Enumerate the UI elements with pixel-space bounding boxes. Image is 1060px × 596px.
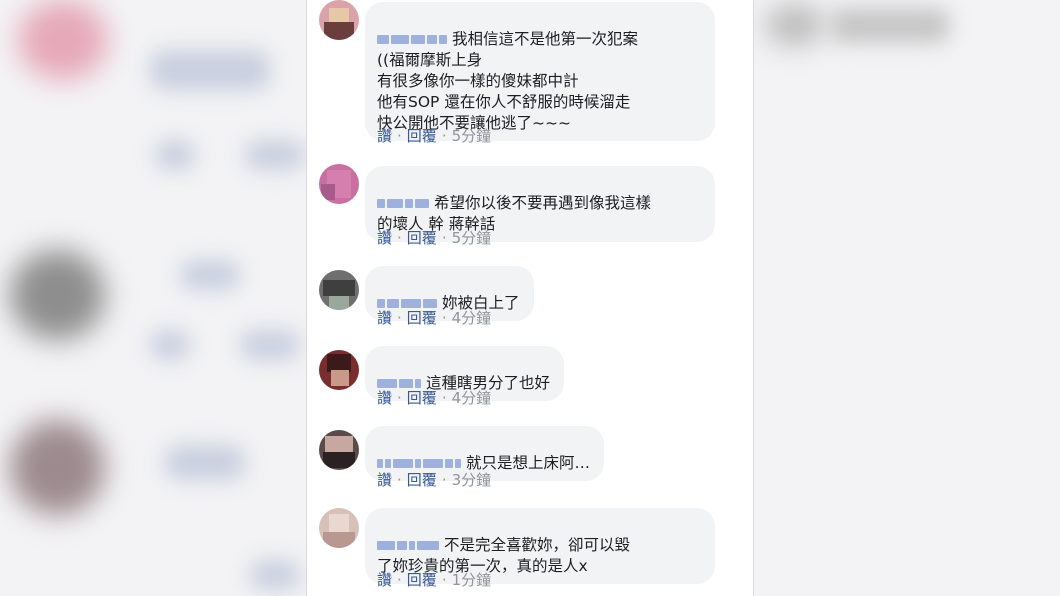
separator-dot: · <box>441 571 447 589</box>
comment-timestamp[interactable]: 3分鐘 <box>452 471 492 489</box>
blurred-avatar <box>765 5 825 45</box>
comment-bubble: 我相信這不是他第一次犯案 ((福爾摩斯上身 有很多像你一樣的傻妹都中計 他有SO… <box>365 2 715 141</box>
comment-timestamp[interactable]: 4分鐘 <box>452 389 492 407</box>
comment-text-line: 我相信這不是他第一次犯案 <box>452 30 639 48</box>
like-link[interactable]: 讚 <box>377 309 392 327</box>
author-name-blurred[interactable] <box>377 29 449 50</box>
blurred-text <box>155 140 195 170</box>
blurred-text <box>165 445 245 480</box>
like-link[interactable]: 讚 <box>377 389 392 407</box>
comment-text-line: 有很多像你一樣的傻妹都中計 <box>377 72 579 90</box>
user-avatar[interactable] <box>319 350 359 390</box>
separator-dot: · <box>441 389 447 407</box>
reply-link[interactable]: 回覆 <box>407 309 437 327</box>
separator-dot: · <box>441 309 447 327</box>
reply-link[interactable]: 回覆 <box>407 471 437 489</box>
comment-actions: 讚 · 回覆 · 5分鐘 <box>377 228 491 248</box>
blurred-avatar <box>18 0 108 80</box>
blurred-text <box>180 260 240 290</box>
separator-dot: · <box>397 389 402 407</box>
like-link[interactable]: 讚 <box>377 127 392 145</box>
comment-actions: 讚 · 回覆 · 4分鐘 <box>377 308 491 328</box>
separator-dot: · <box>397 571 402 589</box>
separator-dot: · <box>441 471 447 489</box>
comment-actions: 讚 · 回覆 · 1分鐘 <box>377 570 491 590</box>
reply-link[interactable]: 回覆 <box>407 389 437 407</box>
user-avatar[interactable] <box>319 0 359 40</box>
comment-text-line: 希望你以後不要再遇到像我這樣 <box>434 194 652 212</box>
blurred-text <box>830 8 950 43</box>
separator-dot: · <box>441 229 447 247</box>
author-name-blurred[interactable] <box>377 193 431 214</box>
blurred-text <box>150 330 190 360</box>
separator-dot: · <box>397 309 402 327</box>
blurred-text <box>250 560 300 590</box>
reply-link[interactable]: 回覆 <box>407 229 437 247</box>
like-link[interactable]: 讚 <box>377 229 392 247</box>
user-avatar[interactable] <box>319 270 359 310</box>
comment-timestamp[interactable]: 1分鐘 <box>452 571 492 589</box>
separator-dot: · <box>397 229 402 247</box>
user-avatar[interactable] <box>319 430 359 470</box>
like-link[interactable]: 讚 <box>377 571 392 589</box>
reply-link[interactable]: 回覆 <box>407 571 437 589</box>
comment-actions: 讚 · 回覆 · 3分鐘 <box>377 470 491 490</box>
comment-timestamp[interactable]: 5分鐘 <box>452 229 492 247</box>
comment-actions: 讚 · 回覆 · 4分鐘 <box>377 388 491 408</box>
comment-text-line: 不是完全喜歡妳，卻可以毀 <box>444 536 631 554</box>
blurred-avatar <box>10 420 105 515</box>
like-link[interactable]: 讚 <box>377 471 392 489</box>
user-avatar[interactable] <box>319 164 359 204</box>
author-name-blurred[interactable] <box>377 535 441 556</box>
blurred-text <box>240 330 300 360</box>
comment-timestamp[interactable]: 4分鐘 <box>452 309 492 327</box>
blurred-text <box>150 50 270 90</box>
blurred-text <box>245 140 305 170</box>
comment-actions: 讚 · 回覆 · 5分鐘 <box>377 126 491 146</box>
comment-text-line: 他有SOP 還在你人不舒服的時候溜走 <box>377 93 631 111</box>
comment-panel: 我相信這不是他第一次犯案 ((福爾摩斯上身 有很多像你一樣的傻妹都中計 他有SO… <box>306 0 754 596</box>
blurred-avatar <box>10 250 105 340</box>
comment-timestamp[interactable]: 5分鐘 <box>452 127 492 145</box>
user-avatar[interactable] <box>319 508 359 548</box>
comment-text-line: ((福爾摩斯上身 <box>377 51 483 69</box>
separator-dot: · <box>397 471 402 489</box>
reply-link[interactable]: 回覆 <box>407 127 437 145</box>
separator-dot: · <box>441 127 447 145</box>
separator-dot: · <box>397 127 402 145</box>
